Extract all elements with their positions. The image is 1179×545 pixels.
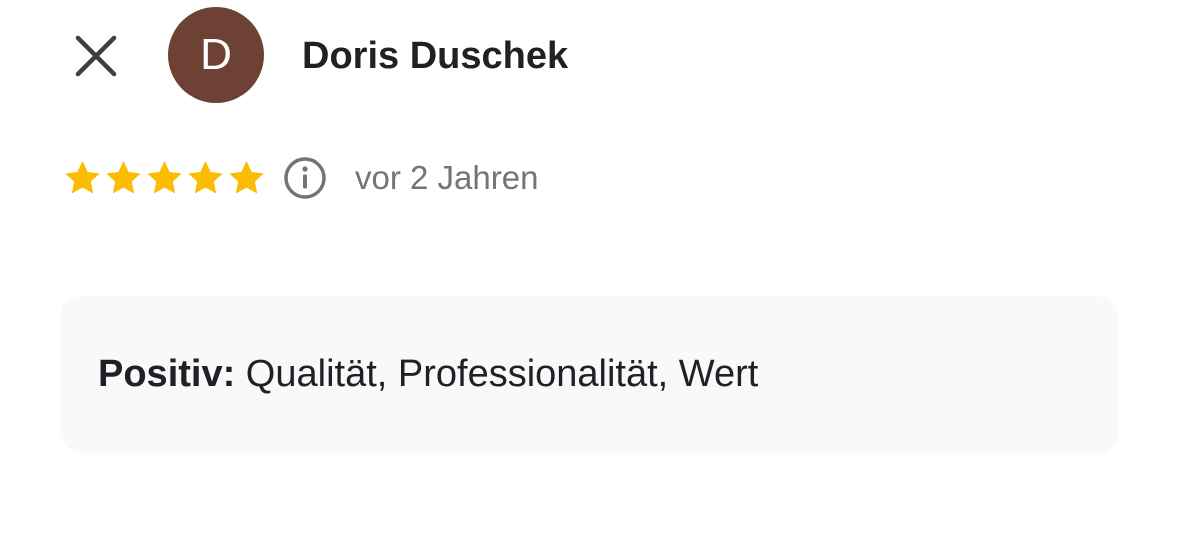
close-icon (75, 35, 117, 77)
info-button[interactable] (281, 154, 329, 202)
review-dialog: D Doris Duschek vor 2 Jahren Positiv: Qu… (0, 0, 1179, 545)
star-icon (188, 161, 223, 194)
star-icon (65, 161, 100, 194)
attribute-value: Qualität, Professionalität, Wert (235, 353, 759, 395)
attribute-label: Positiv: (98, 353, 236, 395)
rating-row: vor 2 Jahren (62, 154, 538, 202)
attribute-line: Positiv: Qualität, Professionalität, Wer… (98, 350, 758, 398)
star-icon (147, 161, 182, 194)
info-icon (284, 157, 326, 199)
review-time: vor 2 Jahren (355, 159, 539, 196)
review-attributes: Positiv: Qualität, Professionalität, Wer… (60, 296, 1119, 453)
star-icon (106, 161, 141, 194)
avatar-initial: D (200, 30, 232, 79)
author-name[interactable]: Doris Duschek (302, 30, 568, 82)
avatar[interactable]: D (168, 7, 264, 103)
star-rating (62, 158, 267, 198)
close-button[interactable] (70, 30, 122, 82)
star-icon (229, 161, 264, 194)
